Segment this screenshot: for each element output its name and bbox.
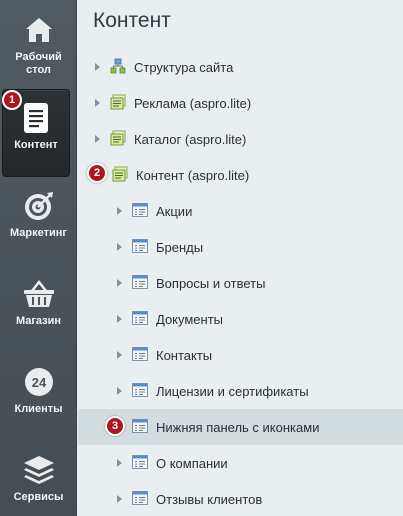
tree-item-label: О компании xyxy=(156,455,228,471)
sidebar-item-shop[interactable]: Магазин xyxy=(0,266,77,352)
expand-arrow-icon[interactable] xyxy=(117,207,122,215)
tree-item-label: Контент (aspro.lite) xyxy=(136,167,250,183)
tree-item-label: Отзывы клиентов xyxy=(156,491,263,507)
tree-item-label: Контакты xyxy=(156,347,213,363)
expand-arrow-icon[interactable] xyxy=(117,495,122,503)
iblock-type-icon xyxy=(112,166,128,185)
tree-item-reviews[interactable]: Отзывы клиентов xyxy=(78,481,403,516)
page-title: Контент xyxy=(93,9,171,32)
tree-item-label: Реклама (aspro.lite) xyxy=(134,95,252,111)
iblock-icon xyxy=(132,346,148,364)
tree-item-label: Бренды xyxy=(156,239,204,255)
sidebar-item-label: Рабочий стол xyxy=(15,51,62,76)
expand-arrow-icon[interactable] xyxy=(117,279,122,287)
target-icon xyxy=(19,186,59,226)
expand-arrow-icon[interactable] xyxy=(117,459,122,467)
iblock-icon xyxy=(132,454,148,472)
iblock-icon xyxy=(132,490,148,508)
iblock-type-icon xyxy=(110,94,126,113)
layers-icon xyxy=(19,450,59,490)
document-icon xyxy=(16,98,56,138)
tree-item-contacts[interactable]: Контакты xyxy=(78,337,403,373)
tree-item-label: Нижняя панель с иконками xyxy=(156,419,320,435)
main-sidebar: Рабочий стол Контент Маркетинг Магазин 2… xyxy=(0,0,77,516)
iblock-icon xyxy=(132,202,148,220)
sidebar-item-clients[interactable]: 24 Клиенты xyxy=(0,354,77,440)
iblock-icon xyxy=(132,310,148,328)
step-badge-3: 3 xyxy=(105,416,125,436)
expand-arrow-icon[interactable] xyxy=(117,315,122,323)
tree-item-label: Вопросы и ответы xyxy=(156,275,266,291)
tree-item-brands[interactable]: Бренды xyxy=(78,229,403,265)
step-badge-1: 1 xyxy=(2,90,22,110)
tree-item-actions[interactable]: Акции xyxy=(78,193,403,229)
tree-item-catalog[interactable]: Каталог (aspro.lite) xyxy=(78,121,403,157)
tree-item-bottom-panel[interactable]: Нижняя панель с иконками xyxy=(78,409,403,445)
tree-item-ads[interactable]: Реклама (aspro.lite) xyxy=(78,85,403,121)
sidebar-item-desktop[interactable]: Рабочий стол xyxy=(0,2,77,88)
site-structure-icon xyxy=(110,58,126,77)
sidebar-item-services[interactable]: Сервисы xyxy=(0,442,77,516)
sidebar-item-label: Сервисы xyxy=(13,491,64,503)
tree-item-licenses[interactable]: Лицензии и сертификаты xyxy=(78,373,403,409)
tree-item-label: Документы xyxy=(156,311,224,327)
tree-item-content-aspro[interactable]: Контент (aspro.lite) xyxy=(78,157,403,193)
expand-arrow-icon[interactable] xyxy=(95,63,100,71)
tree-item-faq[interactable]: Вопросы и ответы xyxy=(78,265,403,301)
iblock-type-icon xyxy=(110,130,126,149)
iblock-icon xyxy=(132,418,148,436)
expand-arrow-icon[interactable] xyxy=(117,243,122,251)
tree-item-label: Структура сайта xyxy=(134,59,234,75)
tree-item-about[interactable]: О компании xyxy=(78,445,403,481)
iblock-icon xyxy=(132,274,148,292)
tree-item-label: Каталог (aspro.lite) xyxy=(134,131,247,147)
svg-text:24: 24 xyxy=(31,375,46,390)
sidebar-item-label: Клиенты xyxy=(14,403,63,415)
sidebar-item-marketing[interactable]: Маркетинг xyxy=(0,178,77,264)
expand-arrow-icon[interactable] xyxy=(95,135,100,143)
expand-arrow-icon[interactable] xyxy=(95,99,100,107)
sidebar-item-label: Магазин xyxy=(15,315,62,327)
expand-arrow-icon[interactable] xyxy=(117,387,122,395)
clients-24-icon: 24 xyxy=(19,362,59,402)
tree-item-documents[interactable]: Документы xyxy=(78,301,403,337)
step-badge-2: 2 xyxy=(87,163,107,183)
expand-arrow-icon[interactable] xyxy=(117,351,122,359)
tree-item-label: Лицензии и сертификаты xyxy=(156,383,309,399)
tree-item-site-structure[interactable]: Структура сайта xyxy=(78,49,403,85)
iblock-icon xyxy=(132,382,148,400)
basket-icon xyxy=(19,274,59,314)
tree-item-label: Акции xyxy=(156,203,193,219)
home-icon xyxy=(19,10,59,50)
content-panel: Контент Структура сайта Реклама (aspro.l… xyxy=(78,0,403,516)
iblock-icon xyxy=(132,238,148,256)
sidebar-item-label: Контент xyxy=(14,139,58,151)
sidebar-item-label: Маркетинг xyxy=(10,227,67,239)
